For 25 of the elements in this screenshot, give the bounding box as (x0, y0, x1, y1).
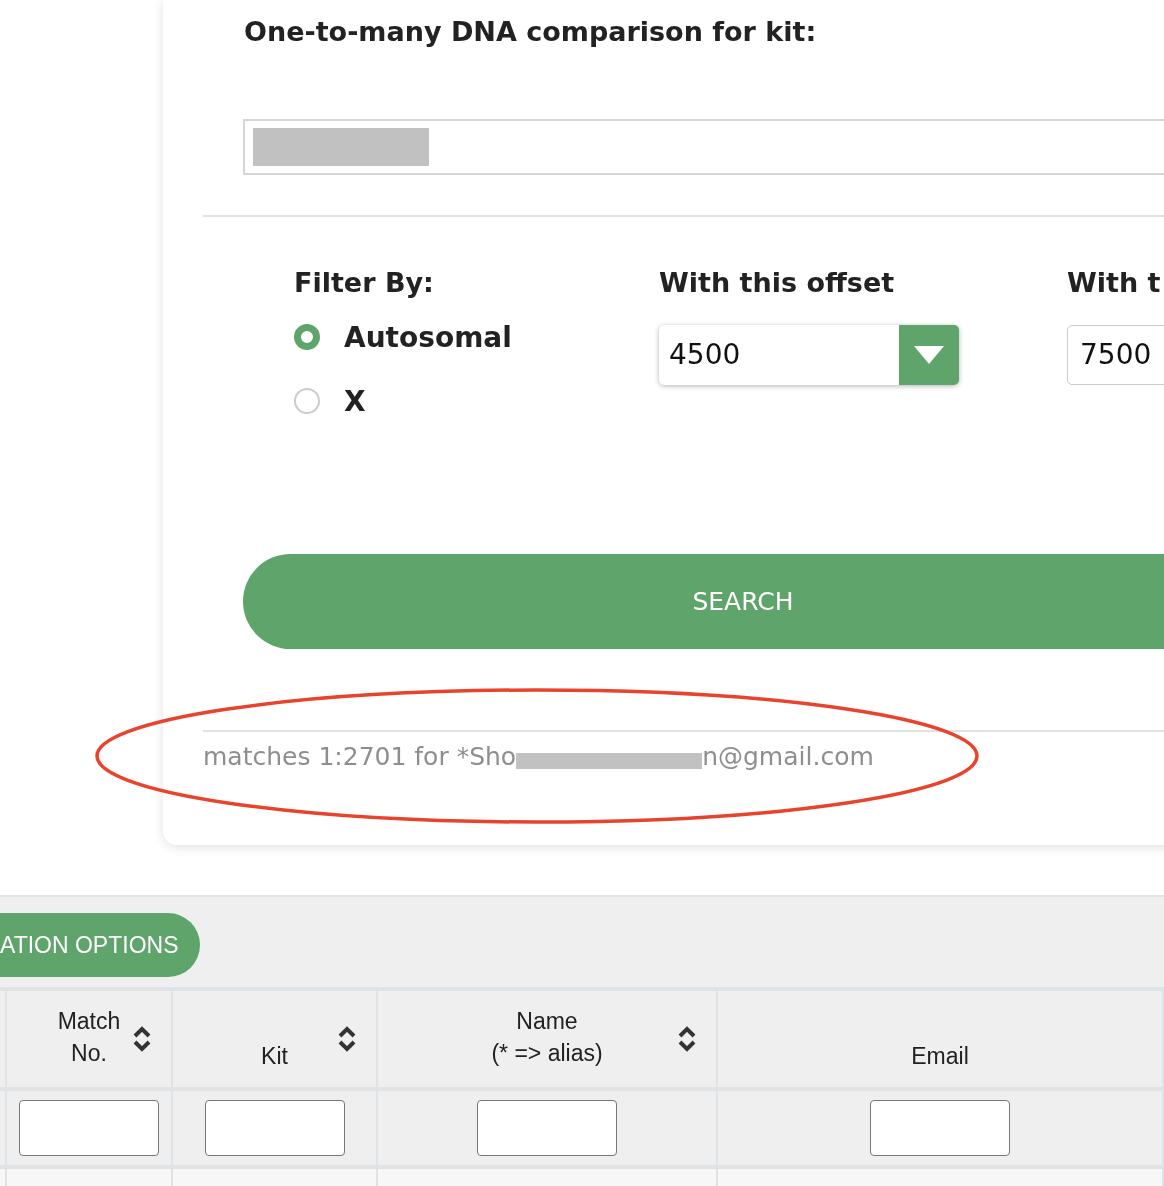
radio-label: X (344, 384, 366, 418)
column-header: Email (718, 991, 1164, 1087)
kit-input-field[interactable] (243, 119, 1164, 175)
filter-label: Filter By: (294, 266, 435, 300)
result-text: matches 1:2701 for *Sho (203, 741, 517, 771)
sort-icon (133, 1025, 151, 1053)
form-title: One-to-many DNA comparison for kit: (243, 15, 818, 49)
dropdown-arrow-icon (914, 346, 944, 364)
column-filter-field[interactable] (477, 1100, 617, 1156)
column-header[interactable]: Name (* => alias) (378, 991, 718, 1087)
radio-button[interactable] (294, 324, 320, 350)
sort-icon (338, 1025, 356, 1053)
value-dropdown[interactable]: 7500 (1067, 325, 1164, 385)
result-text: n@gmail.com (702, 741, 874, 771)
offset-dropdown[interactable]: 4500 (659, 325, 959, 385)
column-header[interactable]: Kit (173, 991, 378, 1087)
column-filter-field[interactable] (870, 1100, 1010, 1156)
radio-button[interactable] (294, 388, 320, 414)
column-header[interactable]: Match No. (7, 991, 173, 1087)
column-label: With t (1067, 266, 1162, 300)
sort-icon (678, 1025, 696, 1053)
offset-label: With this offset (659, 266, 896, 300)
radio-label: Autosomal (344, 320, 512, 354)
column-filter-field[interactable] (204, 1100, 345, 1156)
column-filter-field[interactable] (19, 1100, 159, 1156)
